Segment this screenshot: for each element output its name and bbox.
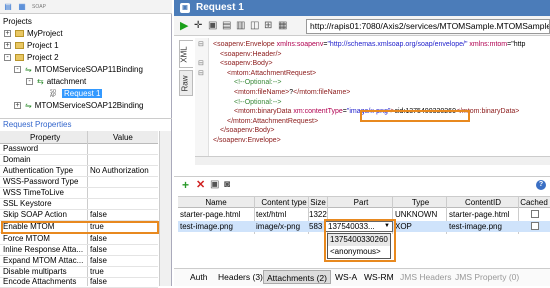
add-attachment-icon[interactable]: + [182,179,189,191]
tab-jms-headers[interactable]: JMS Headers [400,270,452,284]
attachments-table-header: Name Content type Size Part Type Content… [178,196,550,208]
expand-icon[interactable]: + [4,42,11,49]
properties-header: Property Value [0,131,158,144]
xml-line: <mtom:fileName>?</mtom:fileName> [234,89,351,96]
xml-line: <soapenv:Envelope xmlns:soapenv="http://… [213,41,526,48]
property-row[interactable]: SSL Keystore [0,199,158,210]
cached-checkbox[interactable] [531,210,539,218]
property-row[interactable]: Inline Response Atta... false [0,245,158,256]
enable-mtom-highlight [1,221,159,234]
cid-highlight [360,110,470,122]
remove-attachment-icon[interactable]: ✕ [196,179,205,191]
property-row[interactable]: Disable multiparts true [0,267,158,278]
column-header-content-type[interactable]: Content type [255,197,313,208]
tree-item-request-1[interactable]: SO AP Request 1 [50,88,103,99]
property-row[interactable]: WSS-Password Type [0,177,158,188]
folder-icon [15,30,24,37]
reload-attachment-icon[interactable]: ◙ [224,179,230,191]
soap-logo: SOAP [32,4,46,10]
projects-label: Projects [3,17,32,26]
editor-horizontal-scrollbar[interactable] [195,156,550,165]
xml-line: <!--Optional:--> [234,98,282,106]
grid-icon[interactable]: ▦ [278,20,287,32]
tab-raw[interactable]: Raw [179,70,193,96]
collapse-icon[interactable]: - [14,66,21,73]
add-icon[interactable]: ✛ [194,20,202,32]
tab-jms-property[interactable]: JMS Property (0) [455,270,519,284]
clone-icon[interactable]: ▣ [208,20,217,32]
collapse-icon[interactable]: - [4,54,11,61]
request-title-bar: ▣ Request 1 [174,0,550,16]
expand-icon[interactable]: + [14,102,21,109]
part-highlight [324,219,396,262]
properties-title: Request Properties [0,118,172,130]
workspace-icon[interactable]: ▦ [16,2,28,12]
folder-icon [15,42,24,49]
xml-line: </soapenv:Body> [220,127,275,135]
split-icon[interactable]: ◫ [250,20,259,32]
tab-ws-rm[interactable]: WS-RM [364,270,394,284]
interface-icon: ⇋ [25,101,32,110]
folder-icon [15,54,24,61]
xml-line: </mtom:AttachmentRequest> [227,117,319,125]
cached-checkbox[interactable] [531,222,539,230]
xml-line: </soapenv:Envelope> [213,137,281,144]
operation-icon: ⇆ [37,77,44,86]
fold-icon[interactable]: ⊟ [198,69,204,79]
column-header-content-id[interactable]: ContentID [446,197,520,208]
property-column-header[interactable]: Property [30,132,60,143]
help-icon[interactable]: ? [536,180,546,190]
navigator-panel: ▤ ▦ SOAP Projects + MyProject + Project … [0,0,172,288]
collapse-icon[interactable]: - [26,78,33,85]
column-header-part[interactable]: Part [328,197,394,208]
column-header-type[interactable]: Type [392,197,449,208]
xml-line: <!--Optional:--> [234,79,282,87]
layout-icon[interactable]: ▥ [236,20,245,32]
property-row[interactable]: WSS TimeToLive [0,188,158,199]
editor-gutter [195,38,209,156]
xml-line: <soapenv:Body> [220,60,273,68]
interface-icon: ⇋ [25,65,32,74]
settings-icon[interactable]: ⊞ [264,20,272,32]
fold-icon[interactable]: ⊟ [198,40,204,50]
property-row[interactable]: Expand MTOM Attac... false [0,256,158,267]
navigator-toolbar: ▤ ▦ SOAP [0,0,172,14]
value-column-header[interactable]: Value [113,132,133,143]
request-title: Request 1 [196,2,244,13]
properties-scrollbar[interactable] [159,131,171,286]
column-header-size[interactable]: Size [309,197,327,208]
xml-line: <mtom:AttachmentRequest> [227,69,317,77]
property-row[interactable]: Password [0,144,158,155]
tab-headers[interactable]: Headers (3) [218,270,263,284]
endpoint-url-field[interactable]: http://rapis01:7080/Axis2/services/MTOMS… [306,19,550,34]
project-icon[interactable]: ▤ [2,2,14,12]
property-row[interactable]: Domain [0,155,158,166]
expand-icon[interactable]: + [4,30,11,37]
property-row[interactable]: Skip SOAP Action false [0,210,158,221]
property-row[interactable]: Force MTOM false [0,234,158,245]
tab-ws-a[interactable]: WS-A [335,270,357,284]
column-header-cached[interactable]: Cached [518,197,550,208]
format-icon[interactable]: ▤ [222,20,231,32]
tab-auth[interactable]: Auth [190,270,208,284]
xml-line: <soapenv:Header/> [220,50,282,58]
property-row[interactable]: Authentication Type No Authorization [0,166,158,177]
soap-request-icon: SO AP [50,89,57,99]
export-attachment-icon[interactable]: ▣ [210,179,219,191]
soap-request-icon: ▣ [180,3,190,13]
tab-xml[interactable]: XML [179,40,193,68]
run-icon[interactable]: ▶ [180,20,188,32]
fold-icon[interactable]: ⊟ [198,59,204,69]
column-header-name[interactable]: Name [178,197,254,208]
tab-attachments[interactable]: Attachments (2) [263,270,331,284]
attachments-toolbar: + ✕ ▣ ◙ ? [174,176,550,192]
